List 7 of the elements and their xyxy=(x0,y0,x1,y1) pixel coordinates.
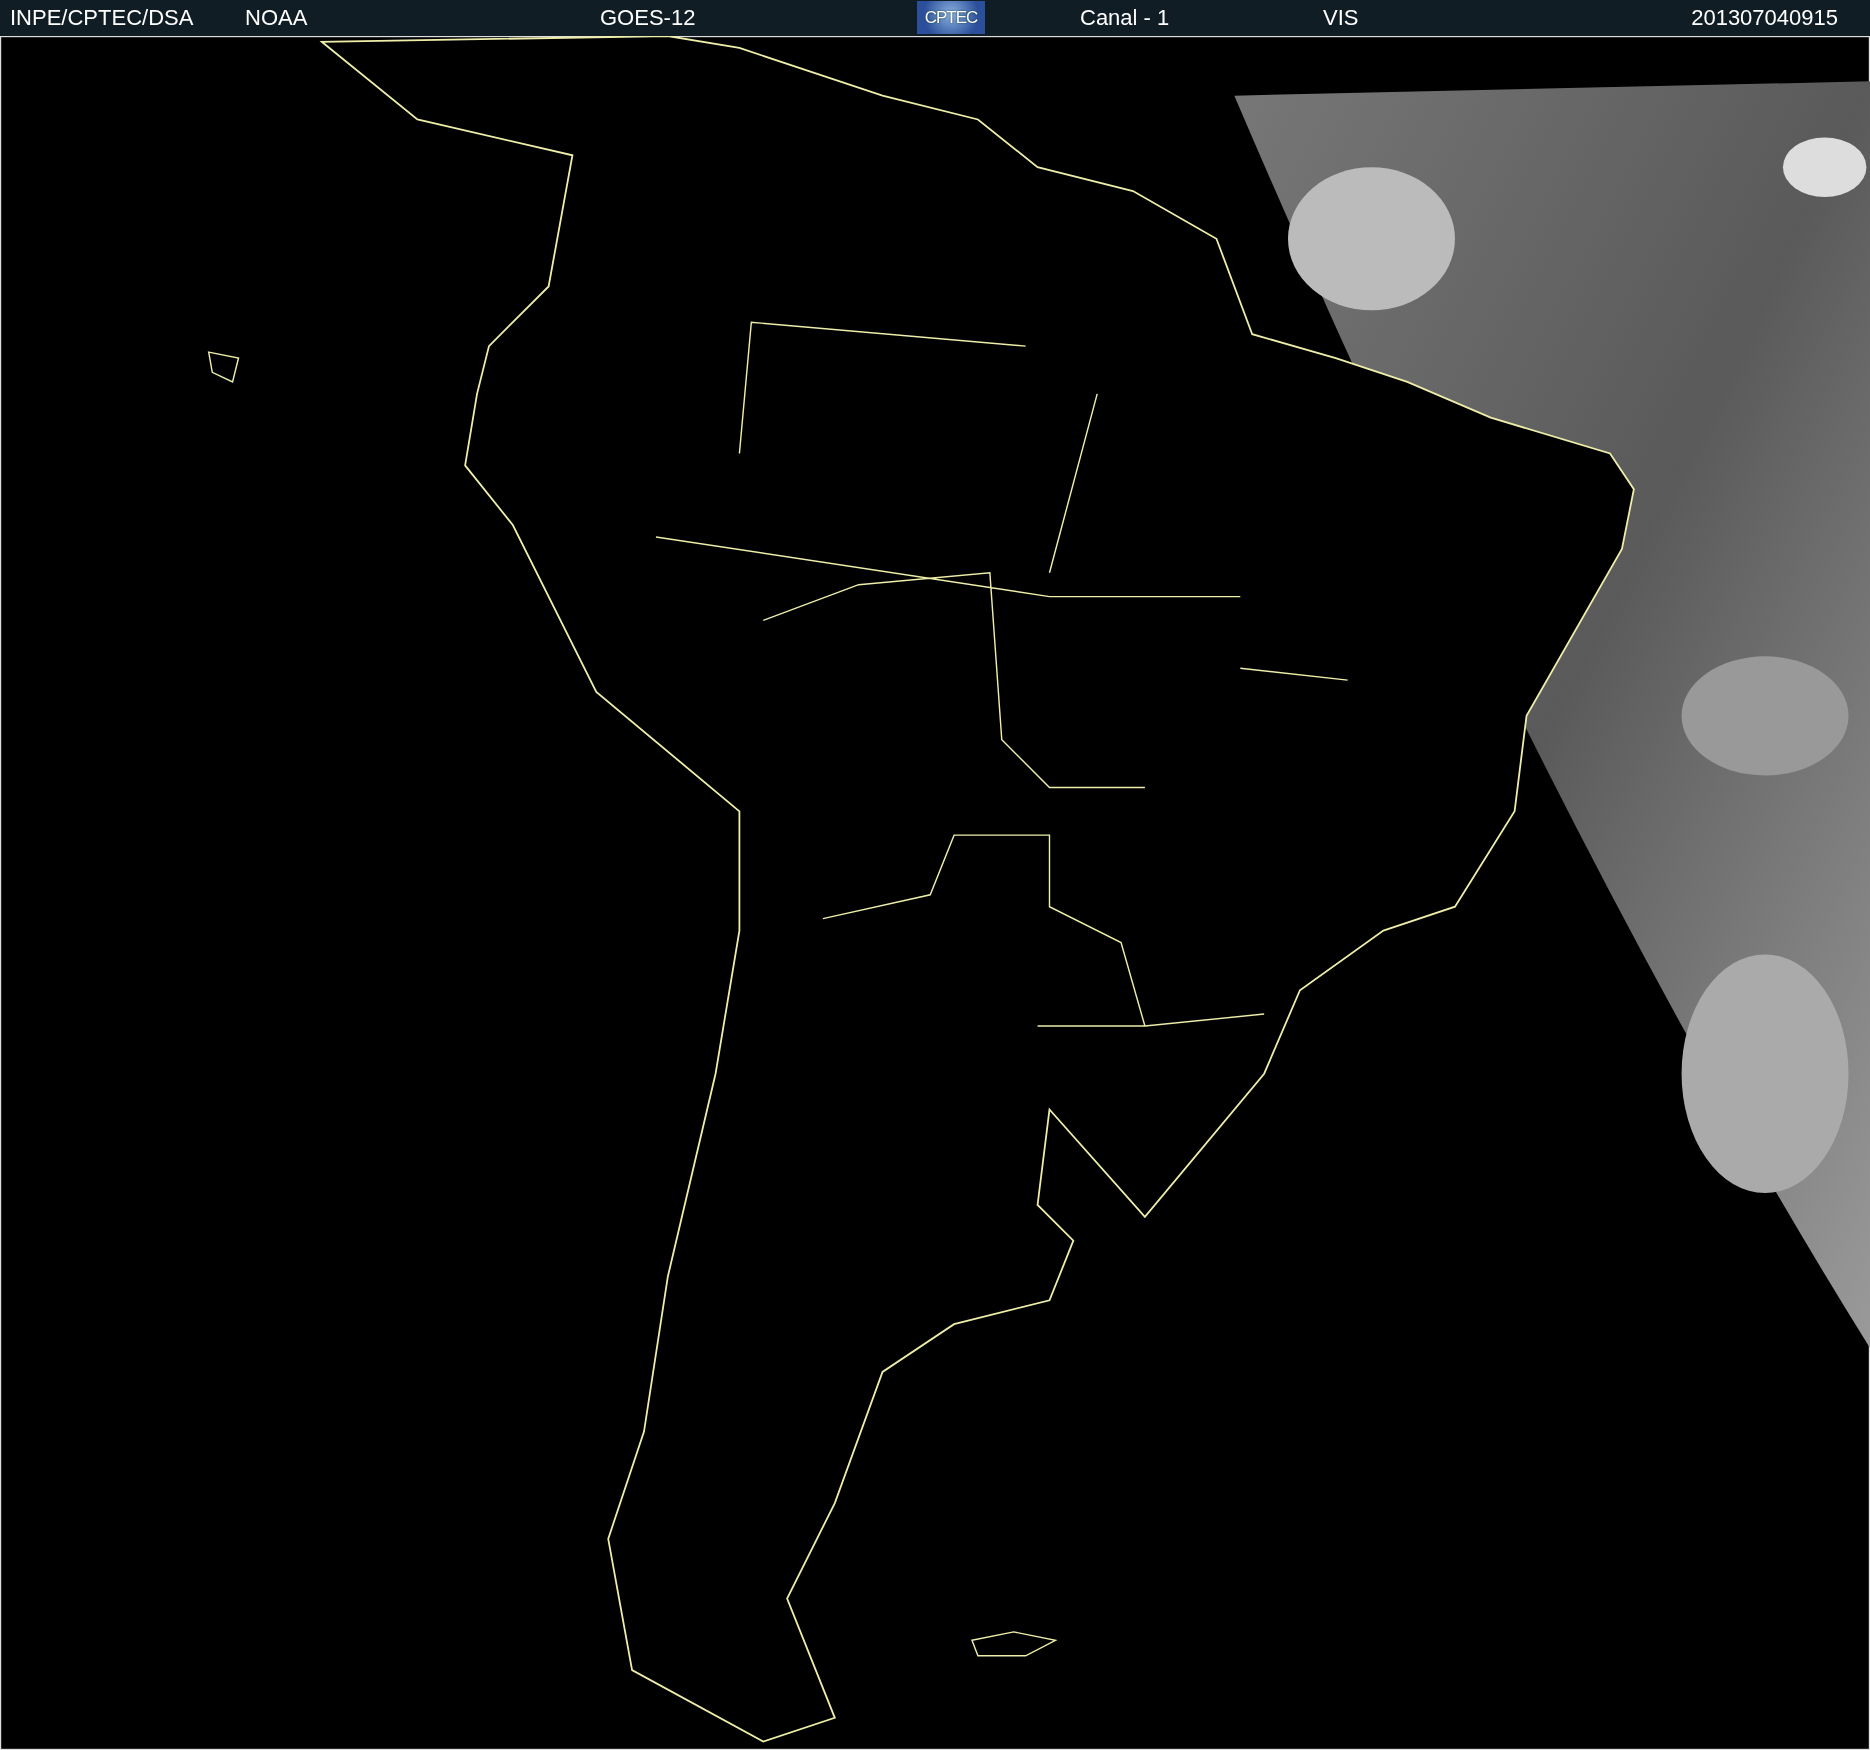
satellite-label: GOES-12 xyxy=(600,6,696,30)
source-label: INPE/CPTEC/DSA xyxy=(10,6,194,30)
agency-label: NOAA xyxy=(245,6,308,30)
channel-label: Canal - 1 xyxy=(1080,6,1170,30)
band-label: VIS xyxy=(1323,6,1359,30)
cptec-logo: CPTEC xyxy=(917,1,985,34)
timestamp-label: 201307040915 xyxy=(1691,6,1838,30)
